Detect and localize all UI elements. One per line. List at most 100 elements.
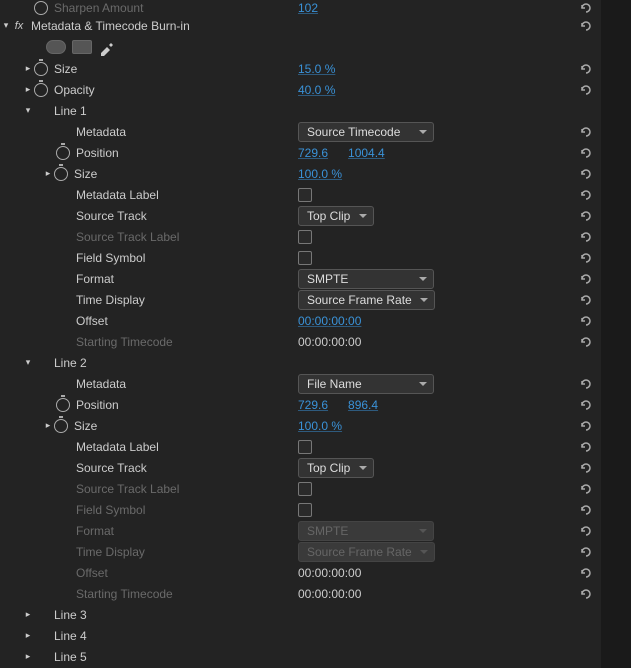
reset-icon[interactable] (579, 504, 595, 516)
param-label: Starting Timecode (76, 587, 173, 601)
param-row-source-track: Source Track Top Clip (0, 205, 601, 226)
param-row-metadata-label: Metadata Label (0, 436, 601, 457)
param-label: Starting Timecode (76, 335, 173, 349)
background-color-swatch[interactable] (72, 40, 92, 54)
reset-icon[interactable] (579, 420, 595, 432)
reset-icon[interactable] (579, 63, 595, 75)
field-symbol-checkbox[interactable] (298, 251, 312, 265)
group-header-line4[interactable]: ▸Line 4 (0, 625, 601, 646)
caret-down-icon[interactable]: ▾ (22, 105, 34, 116)
metadata-label-checkbox[interactable] (298, 188, 312, 202)
field-symbol-checkbox[interactable] (298, 503, 312, 517)
reset-icon[interactable] (579, 189, 595, 201)
caret-right-icon[interactable]: ▸ (42, 168, 54, 179)
caret-right-icon[interactable]: ▸ (22, 63, 34, 74)
param-label: Opacity (54, 83, 95, 97)
reset-icon[interactable] (579, 252, 595, 264)
eyedropper-icon[interactable] (98, 38, 116, 56)
reset-icon[interactable] (579, 20, 595, 32)
reset-icon[interactable] (579, 315, 595, 327)
param-value[interactable]: 102 (298, 1, 318, 15)
param-row-field-symbol: Field Symbol (0, 247, 601, 268)
text-color-swatch[interactable] (46, 40, 66, 54)
stopwatch-icon[interactable] (54, 419, 68, 433)
reset-icon[interactable] (579, 483, 595, 495)
caret-right-icon[interactable]: ▸ (42, 420, 54, 431)
reset-icon[interactable] (579, 441, 595, 453)
group-header-line1[interactable]: ▾ Line 1 (0, 100, 601, 121)
reset-icon[interactable] (579, 399, 595, 411)
reset-icon[interactable] (579, 147, 595, 159)
param-value[interactable]: 100.0 % (298, 419, 342, 433)
group-header-line2[interactable]: ▾ Line 2 (0, 352, 601, 373)
reset-icon[interactable] (579, 126, 595, 138)
stopwatch-icon[interactable] (56, 398, 70, 412)
reset-icon[interactable] (579, 210, 595, 222)
reset-icon[interactable] (579, 84, 595, 96)
param-value[interactable]: 15.0 % (298, 62, 335, 76)
reset-icon[interactable] (579, 336, 595, 348)
param-row-time-display: Time Display Source Frame Rate (0, 289, 601, 310)
reset-icon[interactable] (579, 462, 595, 474)
starting-tc-value: 00:00:00:00 (298, 335, 361, 349)
param-label: Position (76, 398, 119, 412)
source-track-select[interactable]: Top Clip (298, 458, 374, 478)
time-display-select[interactable]: Source Frame Rate (298, 290, 435, 310)
reset-icon[interactable] (579, 588, 595, 600)
metadata-select[interactable]: Source Timecode (298, 122, 434, 142)
caret-right-icon[interactable]: ▸ (22, 630, 34, 641)
reset-icon[interactable] (579, 2, 595, 14)
param-label: Format (76, 272, 114, 286)
offset-value[interactable]: 00:00:00:00 (298, 314, 361, 328)
fx-icon[interactable]: fx (12, 19, 26, 33)
reset-icon[interactable] (579, 567, 595, 579)
metadata-select[interactable]: File Name (298, 374, 434, 394)
param-label: Metadata Label (76, 188, 159, 202)
reset-icon[interactable] (579, 273, 595, 285)
effect-header[interactable]: ▾ fx Metadata & Timecode Burn-in (0, 15, 601, 36)
caret-down-icon[interactable]: ▾ (22, 357, 34, 368)
param-value[interactable]: 40.0 % (298, 83, 335, 97)
param-row-format: Format SMPTE (0, 520, 601, 541)
effect-title: Metadata & Timecode Burn-in (31, 19, 190, 33)
source-track-select[interactable]: Top Clip (298, 206, 374, 226)
stopwatch-icon[interactable] (34, 1, 48, 15)
right-gutter (601, 0, 631, 668)
reset-icon[interactable] (579, 294, 595, 306)
reset-icon[interactable] (579, 546, 595, 558)
group-title: Line 1 (54, 104, 87, 118)
position-x[interactable]: 729.6 (298, 398, 328, 412)
stopwatch-icon[interactable] (56, 146, 70, 160)
param-value[interactable]: 100.0 % (298, 167, 342, 181)
caret-right-icon[interactable]: ▸ (22, 609, 34, 620)
position-x[interactable]: 729.6 (298, 146, 328, 160)
position-y[interactable]: 896.4 (348, 398, 378, 412)
stopwatch-icon[interactable] (54, 167, 68, 181)
param-label: Field Symbol (76, 251, 145, 265)
group-header-line3[interactable]: ▸ Line 3 (0, 604, 601, 625)
format-select[interactable]: SMPTE (298, 269, 434, 289)
metadata-label-checkbox[interactable] (298, 440, 312, 454)
param-label: Metadata (76, 377, 126, 391)
param-row-metadata: Metadata File Name (0, 373, 601, 394)
param-label: Time Display (76, 293, 145, 307)
reset-icon[interactable] (579, 378, 595, 390)
param-row-size: ▸ Size 15.0 % (0, 58, 601, 79)
group-header-line5[interactable]: ▸Line 5 (0, 646, 601, 667)
param-label: Field Symbol (76, 503, 145, 517)
source-track-label-checkbox[interactable] (298, 230, 312, 244)
group-title: Line 3 (54, 608, 87, 622)
param-label: Source Track (76, 209, 147, 223)
caret-right-icon[interactable]: ▸ (22, 651, 34, 662)
position-y[interactable]: 1004.4 (348, 146, 385, 160)
reset-icon[interactable] (579, 168, 595, 180)
caret-down-icon[interactable]: ▾ (0, 20, 12, 31)
reset-icon[interactable] (579, 525, 595, 537)
param-row-metadata-label: Metadata Label (0, 184, 601, 205)
stopwatch-icon[interactable] (34, 83, 48, 97)
source-track-label-checkbox[interactable] (298, 482, 312, 496)
param-label: Metadata (76, 125, 126, 139)
stopwatch-icon[interactable] (34, 62, 48, 76)
reset-icon[interactable] (579, 231, 595, 243)
caret-right-icon[interactable]: ▸ (22, 84, 34, 95)
